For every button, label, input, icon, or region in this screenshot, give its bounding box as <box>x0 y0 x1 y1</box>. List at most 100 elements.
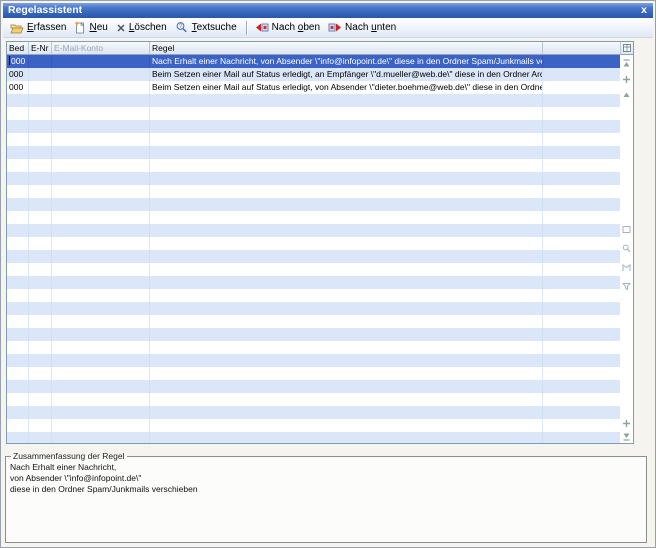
table-row[interactable] <box>7 276 620 289</box>
table-row[interactable] <box>7 328 620 341</box>
column-chooser-button[interactable] <box>620 42 633 55</box>
table-row[interactable] <box>7 198 620 211</box>
cell-regel <box>150 224 543 237</box>
neu-button[interactable]: Neu <box>71 20 112 35</box>
filter-icon[interactable] <box>622 281 632 291</box>
nach-unten-button[interactable]: Nach unten <box>325 21 401 34</box>
loeschen-button[interactable]: Löschen <box>113 21 172 34</box>
column-header-bed[interactable]: Bed <box>7 42 29 55</box>
search-small-icon[interactable] <box>622 243 632 253</box>
scroll-to-bottom-icon[interactable] <box>622 431 632 441</box>
cell-konto <box>52 55 150 68</box>
button-label: Nach oben <box>272 22 320 33</box>
close-button[interactable]: x <box>641 3 647 18</box>
cell-bed <box>7 302 29 315</box>
column-header-email-konto[interactable]: E-Mail-Konto <box>52 42 150 55</box>
column-header-regel[interactable]: Regel <box>150 42 543 55</box>
cell-konto <box>52 94 150 107</box>
cell-konto <box>52 263 150 276</box>
table-row[interactable] <box>7 341 620 354</box>
scroll-to-top-icon[interactable] <box>622 58 632 68</box>
table-row[interactable] <box>7 224 620 237</box>
cell-konto <box>52 289 150 302</box>
cell-filler <box>543 354 620 367</box>
table-row[interactable]: 000Nach Erhalt einer Nachricht, von Abse… <box>7 55 620 68</box>
erfassen-button[interactable]: Erfassen <box>7 21 71 35</box>
table-row[interactable] <box>7 406 620 419</box>
summary-line: diese in den Ordner Spam/Junkmails versc… <box>10 484 642 495</box>
cell-filler <box>543 263 620 276</box>
cell-bed <box>7 289 29 302</box>
table-row[interactable] <box>7 172 620 185</box>
table-row[interactable] <box>7 133 620 146</box>
table-row[interactable]: 000Beim Setzen einer Mail auf Status erl… <box>7 68 620 81</box>
cell-regel <box>150 120 543 133</box>
toolbar-separator <box>246 21 248 35</box>
nach-oben-button[interactable]: Nach oben <box>252 21 325 34</box>
cell-bed <box>7 380 29 393</box>
cell-konto <box>52 354 150 367</box>
add-icon[interactable] <box>622 418 632 428</box>
cell-filler <box>543 55 620 68</box>
table-row[interactable] <box>7 432 620 443</box>
cell-icon[interactable] <box>622 224 632 234</box>
cell-bed <box>7 211 29 224</box>
cell-regel <box>150 133 543 146</box>
column-header-enr[interactable]: E-Nr <box>29 42 52 55</box>
cell-bed <box>7 354 29 367</box>
cell-filler <box>543 367 620 380</box>
cell-konto <box>52 367 150 380</box>
textsuche-button[interactable]: ? Textsuche <box>172 20 242 35</box>
cell-enr <box>29 328 52 341</box>
cell-filler <box>543 406 620 419</box>
cell-regel: Beim Setzen einer Mail auf Status erledi… <box>150 81 543 94</box>
table-row[interactable] <box>7 302 620 315</box>
table-row[interactable] <box>7 315 620 328</box>
table-row[interactable] <box>7 289 620 302</box>
cell-enr <box>29 81 52 94</box>
cell-konto <box>52 393 150 406</box>
cell-filler <box>543 68 620 81</box>
table-row[interactable] <box>7 237 620 250</box>
table-row[interactable] <box>7 120 620 133</box>
cell-bed <box>7 263 29 276</box>
table-row[interactable]: 000Beim Setzen einer Mail auf Status erl… <box>7 81 620 94</box>
add-icon[interactable] <box>622 74 632 84</box>
cell-konto <box>52 250 150 263</box>
cell-enr <box>29 341 52 354</box>
cell-konto <box>52 133 150 146</box>
table-row[interactable] <box>7 354 620 367</box>
cell-bed <box>7 185 29 198</box>
cell-bed <box>7 276 29 289</box>
grid-header: Bed E-Nr E-Mail-Konto Regel <box>7 42 620 55</box>
cell-enr <box>29 94 52 107</box>
cell-regel <box>150 198 543 211</box>
cell-bed <box>7 328 29 341</box>
cell-enr <box>29 237 52 250</box>
cell-konto <box>52 211 150 224</box>
cell-enr <box>29 146 52 159</box>
cell-filler <box>543 198 620 211</box>
cell-enr <box>29 393 52 406</box>
toolbar: Erfassen Neu Löschen ? Textsuche Na <box>3 18 653 38</box>
cell-regel <box>150 380 543 393</box>
bookmark-icon[interactable] <box>622 262 632 272</box>
table-row[interactable] <box>7 185 620 198</box>
table-row[interactable] <box>7 419 620 432</box>
table-row[interactable] <box>7 380 620 393</box>
cell-bed <box>7 172 29 185</box>
cell-enr <box>29 224 52 237</box>
table-row[interactable] <box>7 393 620 406</box>
table-row[interactable] <box>7 146 620 159</box>
cell-filler <box>543 172 620 185</box>
table-row[interactable] <box>7 94 620 107</box>
cell-enr <box>29 380 52 393</box>
table-row[interactable] <box>7 367 620 380</box>
table-row[interactable] <box>7 263 620 276</box>
table-row[interactable] <box>7 211 620 224</box>
table-row[interactable] <box>7 159 620 172</box>
table-row[interactable] <box>7 107 620 120</box>
table-row[interactable] <box>7 250 620 263</box>
scroll-up-icon[interactable] <box>622 90 632 100</box>
cell-konto <box>52 159 150 172</box>
